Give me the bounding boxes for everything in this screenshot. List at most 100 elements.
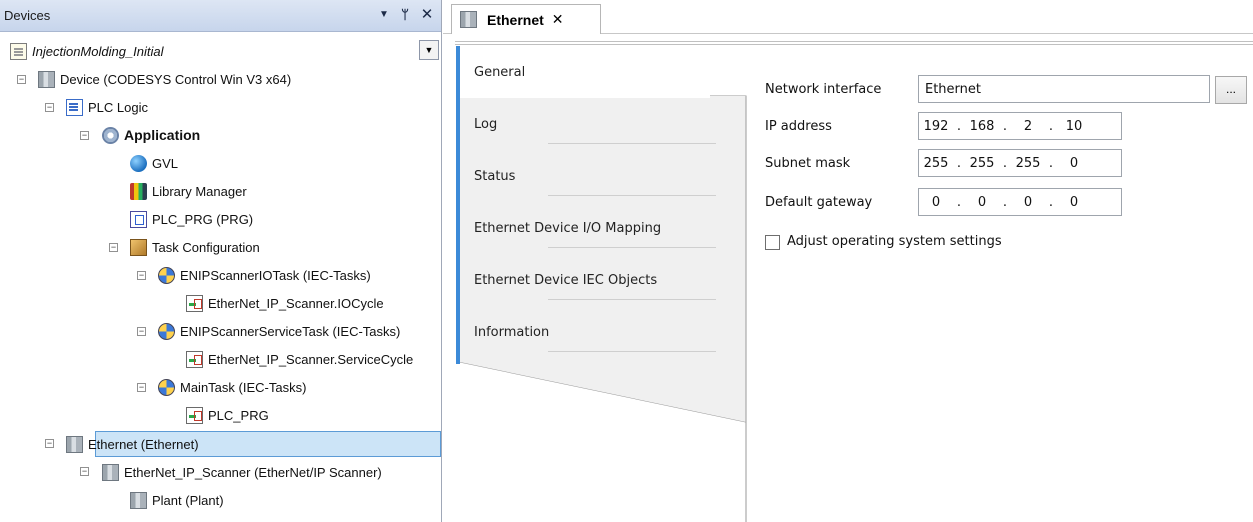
side-tab-list: General Log Status Ethernet Device I/O M… (456, 44, 748, 522)
tree-item-label: EtherNet_IP_Scanner (EtherNet/IP Scanner… (124, 464, 382, 480)
tree-item-ethernet[interactable]: Ethernet (Ethernet) (66, 433, 199, 455)
tree-item-service-cycle-call[interactable]: EtherNet_IP_Scanner.ServiceCycle (186, 348, 413, 370)
program-call-icon (186, 406, 203, 424)
collapse-icon[interactable]: − (137, 383, 146, 392)
collapse-icon[interactable]: − (45, 103, 54, 112)
task-icon (158, 322, 175, 340)
collapse-icon[interactable]: − (80, 467, 89, 476)
ip-octet: 255 (1015, 155, 1041, 171)
collapse-icon[interactable]: − (137, 327, 146, 336)
side-tab-label: Ethernet Device I/O Mapping (474, 220, 662, 236)
side-tab-iec-objects[interactable]: Ethernet Device IEC Objects (460, 254, 716, 306)
ip-dot: . (956, 118, 962, 134)
ip-dot: . (1002, 155, 1008, 171)
side-tab-information[interactable]: Information (460, 306, 716, 358)
tree-item-label: Application (124, 127, 201, 143)
tree-item-label: GVL (152, 155, 179, 171)
project-name: InjectionMolding_Initial (32, 43, 164, 59)
side-tab-log[interactable]: Log (460, 98, 716, 150)
adjust-os-checkbox[interactable] (765, 235, 780, 250)
device-icon (38, 70, 55, 88)
ip-octet: 2 (1023, 118, 1033, 134)
tree-item-label: Plant (Plant) (152, 492, 224, 508)
collapse-icon[interactable]: − (80, 131, 89, 140)
collapse-icon[interactable]: − (137, 271, 146, 280)
side-tab-general[interactable]: General (460, 46, 710, 98)
tree-item-plc-prg-call[interactable]: PLC_PRG (186, 404, 269, 426)
tree-item-label: EtherNet_IP_Scanner.IOCycle (208, 295, 384, 311)
ip-dot: . (1048, 155, 1054, 171)
side-tab-separator (548, 299, 716, 300)
tree-item-label: ENIPScannerServiceTask (IEC-Tasks) (180, 323, 401, 339)
tree-item-library-manager[interactable]: Library Manager (130, 180, 247, 202)
editor-tab-strip: Ethernet ✕ (443, 0, 1253, 34)
side-tab-status[interactable]: Status (460, 150, 716, 202)
browse-button[interactable]: ... (1215, 76, 1247, 104)
default-gateway-label: Default gateway (765, 195, 873, 210)
tree-item-label: MainTask (IEC-Tasks) (180, 379, 307, 395)
device-icon (460, 11, 477, 28)
editor-body: General Log Status Ethernet Device I/O M… (443, 35, 1253, 522)
tree-item-enip-io-task[interactable]: ENIPScannerIOTask (IEC-Tasks) (158, 264, 371, 286)
tree-item-label: Task Configuration (152, 239, 260, 255)
tree-item-device[interactable]: Device (CODESYS Control Win V3 x64) (38, 68, 291, 90)
tree-item-enip-scanner[interactable]: EtherNet_IP_Scanner (EtherNet/IP Scanner… (102, 461, 382, 483)
subnet-mask-field[interactable]: 255. 255. 255. 0 (918, 149, 1122, 177)
tree-item-label: PLC_PRG (208, 407, 269, 423)
tree-item-gvl[interactable]: GVL (130, 152, 178, 174)
collapse-icon[interactable]: − (109, 243, 118, 252)
subnet-mask-label: Subnet mask (765, 156, 851, 171)
tree-item-enip-service-task[interactable]: ENIPScannerServiceTask (IEC-Tasks) (158, 320, 400, 342)
tree-item-application[interactable]: Application (102, 124, 200, 146)
project-icon (10, 42, 27, 60)
side-tab-separator (548, 195, 716, 196)
device-icon (102, 463, 119, 481)
network-interface-field[interactable]: Ethernet (918, 75, 1210, 103)
tree-item-plc-logic[interactable]: PLC Logic (66, 96, 148, 118)
collapse-icon[interactable]: − (45, 439, 54, 448)
task-configuration-icon (130, 238, 147, 256)
plc-logic-icon (66, 98, 83, 116)
tree-item-plant[interactable]: Plant (Plant) (130, 489, 224, 511)
default-gateway-field[interactable]: 0. 0. 0. 0 (918, 188, 1122, 216)
close-icon[interactable]: ✕ (418, 6, 436, 24)
tab-label: Ethernet (487, 11, 544, 28)
project-dropdown-button[interactable]: ▼ (419, 40, 439, 60)
devices-titlebar: Devices ▼ ᛘ ✕ (0, 0, 441, 32)
collapse-icon[interactable]: − (17, 75, 26, 84)
ip-octet: 255 (969, 155, 995, 171)
side-tab-label: General (474, 64, 526, 80)
application-icon (102, 126, 119, 144)
close-icon[interactable]: ✕ (552, 11, 564, 28)
ip-address-field[interactable]: 192. 168. 2. 10 (918, 112, 1122, 140)
tree-item-label: EtherNet_IP_Scanner.ServiceCycle (208, 351, 414, 367)
ip-address-label: IP address (765, 119, 832, 134)
tree-item-main-task[interactable]: MainTask (IEC-Tasks) (158, 376, 306, 398)
panel-menu-icon[interactable]: ▼ (375, 6, 393, 24)
devices-panel: Devices ▼ ᛘ ✕ InjectionMolding_Initial ▼… (0, 0, 442, 522)
ip-octet: 0 (1023, 194, 1033, 210)
tree-item-label: PLC Logic (88, 99, 148, 115)
ip-octet: 255 (923, 155, 949, 171)
tree-item-io-cycle-call[interactable]: EtherNet_IP_Scanner.IOCycle (186, 292, 384, 314)
ip-octet: 192 (923, 118, 949, 134)
ip-dot: . (1048, 194, 1054, 210)
side-tab-separator (548, 247, 716, 248)
ip-dot: . (1048, 118, 1054, 134)
side-tab-separator (548, 143, 716, 144)
tree-item-task-configuration[interactable]: Task Configuration (130, 236, 260, 258)
program-call-icon (186, 350, 203, 368)
tree-item-label: Device (CODESYS Control Win V3 x64) (60, 71, 292, 87)
library-manager-icon (130, 182, 147, 200)
pin-icon[interactable]: ᛘ (396, 6, 414, 24)
side-tab-label: Ethernet Device IEC Objects (474, 272, 658, 288)
adjust-os-label: Adjust operating system settings (787, 234, 1002, 249)
ip-dot: . (1002, 194, 1008, 210)
side-tab-io-mapping[interactable]: Ethernet Device I/O Mapping (460, 202, 716, 254)
tree-item-plc-prg[interactable]: PLC_PRG (PRG) (130, 208, 253, 230)
project-root-row[interactable]: InjectionMolding_Initial (10, 40, 164, 62)
pou-icon (130, 210, 147, 228)
ip-dot: . (956, 194, 962, 210)
tab-ethernet[interactable]: Ethernet ✕ (451, 4, 601, 34)
tree-item-label: Library Manager (152, 183, 247, 199)
